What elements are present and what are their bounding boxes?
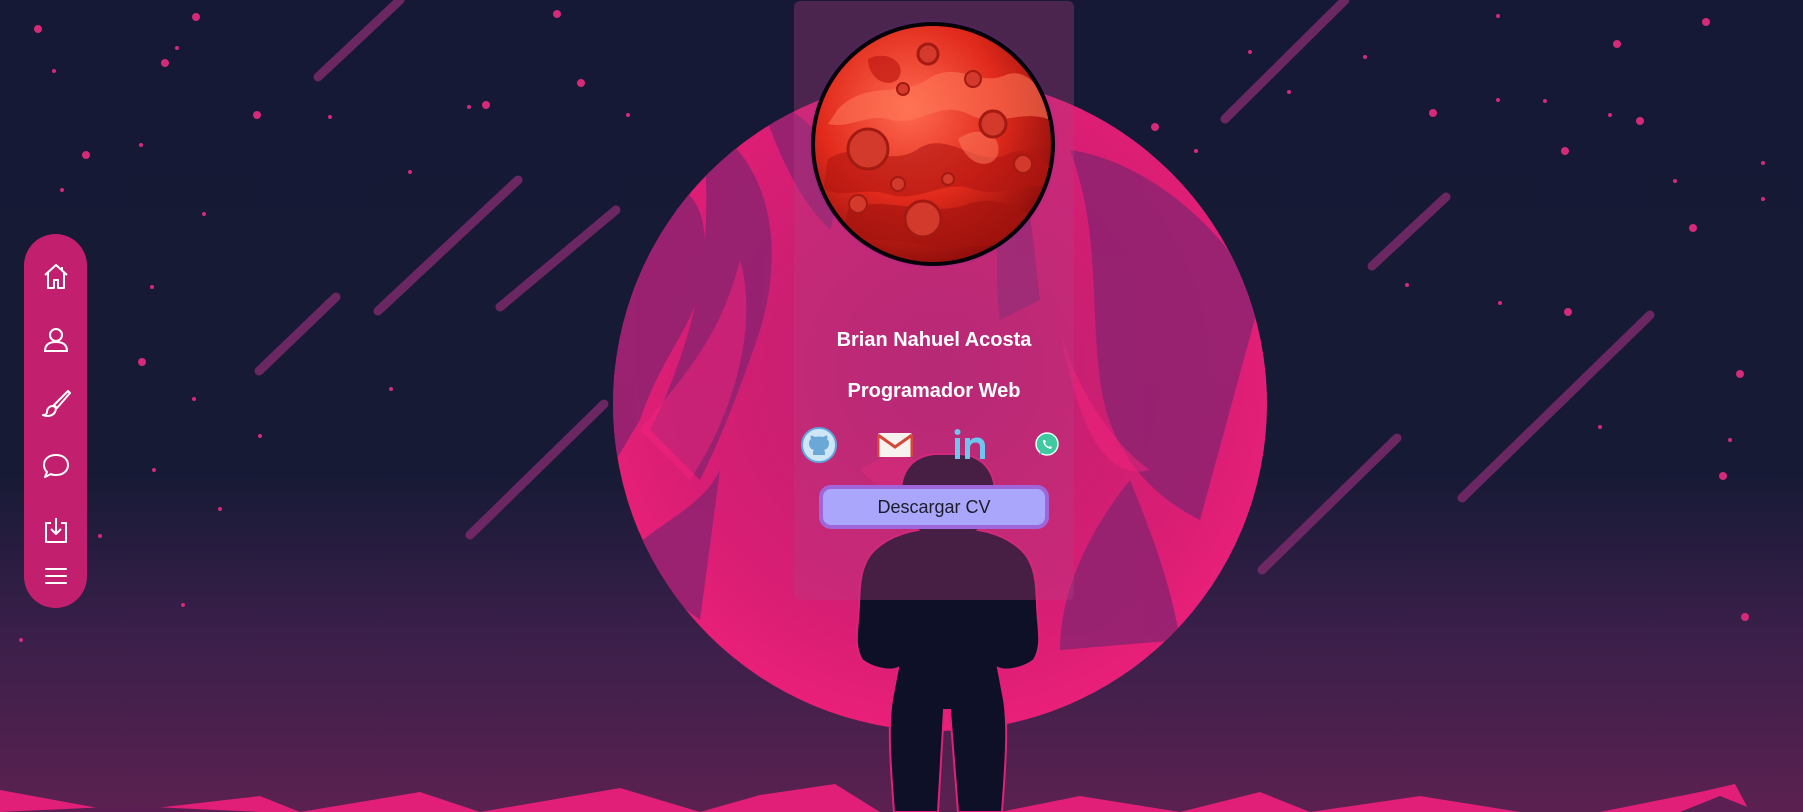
nav-menu[interactable]: [24, 552, 87, 600]
profile-name: Brian Nahuel Acosta: [836, 329, 1032, 351]
profile-role: Programador Web: [847, 380, 1021, 402]
nav-portfolio[interactable]: [24, 379, 87, 427]
menu-icon: [41, 561, 71, 591]
whatsapp-link[interactable]: [1027, 427, 1067, 467]
nav-home[interactable]: [24, 252, 87, 300]
home-icon: [41, 261, 71, 291]
whatsapp-icon: [1033, 431, 1061, 463]
user-icon: [41, 325, 71, 355]
download-icon: [41, 515, 71, 545]
github-icon: [801, 427, 837, 467]
download-cv-button[interactable]: Descargar CV: [819, 485, 1049, 529]
hero-background: Brian Nahuel Acosta Programador Web Desc…: [0, 0, 1803, 812]
brush-icon: [41, 388, 71, 418]
nav-download[interactable]: [24, 506, 87, 554]
chat-icon: [41, 451, 71, 481]
side-navigation: [24, 234, 87, 608]
github-link[interactable]: [799, 427, 839, 467]
avatar: [808, 19, 1058, 269]
nav-contact[interactable]: [24, 442, 87, 490]
profile-card: Brian Nahuel Acosta Programador Web Desc…: [794, 1, 1074, 600]
nav-about[interactable]: [24, 316, 87, 364]
linkedin-icon: [952, 427, 990, 467]
linkedin-link[interactable]: [951, 427, 991, 467]
email-link[interactable]: [875, 427, 915, 467]
gmail-icon: [876, 431, 914, 463]
